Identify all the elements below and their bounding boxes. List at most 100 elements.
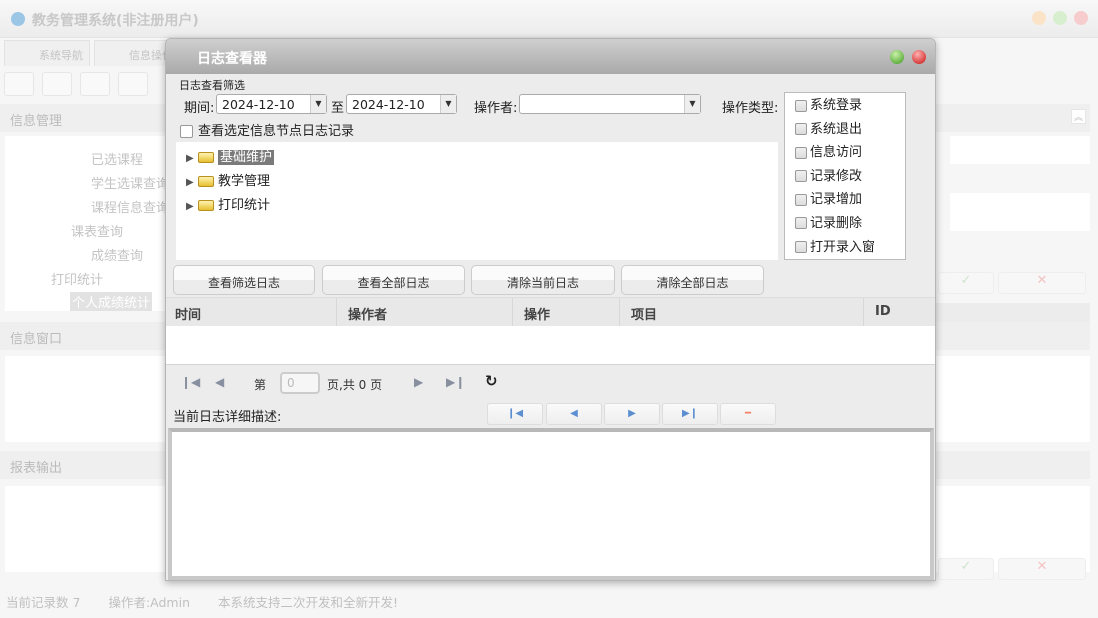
tree-item[interactable]: 学生选课查询	[91, 173, 169, 192]
filter-group-label: 日志查看筛选	[179, 79, 245, 92]
clear-current-log-button[interactable]: 清除当前日志	[471, 265, 615, 295]
collapse-icon[interactable]: ︽	[1071, 109, 1086, 124]
checkbox[interactable]	[795, 99, 807, 112]
tree-item[interactable]: 成绩查询	[91, 245, 143, 264]
tree-node[interactable]: ▶ 打印统计	[186, 194, 270, 213]
optype-item[interactable]: 记录增加	[795, 188, 905, 212]
dialog-title: 日志查看器	[197, 51, 267, 67]
document-tool-button[interactable]	[80, 72, 110, 96]
maximize-button[interactable]	[1053, 11, 1067, 25]
checkbox[interactable]	[795, 123, 807, 136]
slogan: 本系统支持二次开发和全新开发!	[218, 595, 399, 610]
node-log-checkbox[interactable]: 查看选定信息节点日志记录	[180, 120, 354, 139]
expand-arrow-icon[interactable]: ▶	[186, 153, 194, 164]
confirm-button[interactable]: ✓	[938, 272, 994, 294]
chevron-down-icon[interactable]: ▼	[684, 95, 700, 113]
cancel-button[interactable]: ✕	[998, 272, 1086, 294]
close-button[interactable]	[1074, 11, 1088, 25]
app-logo-icon	[11, 12, 25, 26]
dialog-minimize-button[interactable]	[890, 50, 904, 64]
optype-label-text: 记录修改	[810, 168, 863, 184]
detail-label: 当前日志详细描述:	[173, 410, 282, 425]
date-to-picker[interactable]: 2024-12-10 ▼	[346, 94, 457, 114]
optype-item[interactable]: 信息访问	[795, 141, 905, 165]
bg-row	[950, 136, 1090, 164]
tree-item-selected[interactable]: 个人成绩统计	[70, 292, 153, 311]
bg-row	[950, 193, 1090, 231]
search-tool-button[interactable]	[4, 72, 34, 96]
page-input[interactable]: 0	[280, 372, 320, 394]
prev-record-button[interactable]: ◀	[546, 403, 602, 425]
view-all-logs-button[interactable]: 查看全部日志	[322, 265, 465, 295]
date-to-value: 2024-12-10	[352, 97, 425, 112]
last-page-icon[interactable]: ▶❙	[446, 375, 465, 389]
section-title: 信息窗口	[10, 332, 63, 347]
log-viewer-dialog: 日志查看器 日志查看筛选 期间: 2024-12-10 ▼ 至 2024-12-1…	[165, 38, 936, 581]
tab-info-ops[interactable]: 信息操作	[94, 40, 174, 66]
checkbox[interactable]	[795, 241, 807, 254]
checkbox[interactable]	[795, 170, 807, 183]
optype-label-text: 系统退出	[810, 121, 863, 137]
tab-system-nav[interactable]: 系统导航	[4, 40, 90, 66]
folder-icon	[197, 152, 214, 163]
optype-label-text: 记录增加	[810, 192, 863, 208]
dialog-close-button[interactable]	[912, 50, 926, 64]
status-bar: 当前记录数 7 操作者:Admin 本系统支持二次开发和全新开发!	[6, 592, 426, 611]
checkbox[interactable]	[795, 193, 807, 206]
optype-item[interactable]: 记录删除	[795, 212, 905, 236]
next-record-button[interactable]: ▶	[604, 403, 660, 425]
column-item[interactable]: 项目	[620, 298, 864, 326]
tree-node[interactable]: ▶ 基础维护	[186, 146, 274, 165]
confirm-button-2[interactable]: ✓	[938, 558, 994, 580]
log-grid-body	[166, 326, 935, 365]
tree-item[interactable]: 课程信息查询	[91, 197, 169, 216]
optype-label-text: 打开录入窗	[810, 239, 876, 255]
checkbox[interactable]	[795, 217, 807, 230]
chevron-down-icon[interactable]: ▼	[310, 95, 326, 113]
prev-page-icon[interactable]: ◀	[215, 375, 224, 389]
section-title: 报表输出	[10, 461, 63, 476]
delete-record-button[interactable]: ━	[720, 403, 776, 425]
dialog-title-bar[interactable]: 日志查看器	[166, 39, 935, 74]
optype-item[interactable]: 记录修改	[795, 165, 905, 189]
column-time[interactable]: 时间	[166, 298, 337, 326]
expand-arrow-icon[interactable]: ▶	[186, 201, 194, 212]
checkbox[interactable]	[180, 125, 193, 138]
operator-select[interactable]: ▼	[519, 94, 701, 114]
detail-textarea[interactable]	[168, 428, 934, 580]
next-page-icon[interactable]: ▶	[414, 375, 423, 389]
expand-arrow-icon[interactable]: ▶	[186, 177, 194, 188]
cancel-button-2[interactable]: ✕	[998, 558, 1086, 580]
column-operator[interactable]: 操作者	[337, 298, 513, 326]
optype-checklist: 系统登录 系统退出 信息访问 记录修改 记录增加 记录删除 打开录入窗	[784, 92, 906, 260]
page-total: 页,共 0 页	[327, 378, 383, 392]
optype-item[interactable]: 系统登录	[795, 94, 905, 118]
operator-label: 操作者:	[474, 101, 518, 116]
column-action[interactable]: 操作	[513, 298, 620, 326]
view-filtered-logs-button[interactable]: 查看筛选日志	[173, 265, 315, 295]
page-prefix: 第	[254, 378, 267, 392]
last-record-button[interactable]: ▶❙	[662, 403, 718, 425]
optype-item[interactable]: 系统退出	[795, 118, 905, 142]
record-count: 当前记录数 7	[6, 595, 81, 610]
optype-item[interactable]: 打开录入窗	[795, 236, 905, 260]
chevron-down-icon[interactable]: ▼	[440, 95, 456, 113]
list-tool-button[interactable]	[42, 72, 72, 96]
column-id[interactable]: ID	[864, 298, 935, 326]
minimize-button[interactable]	[1032, 11, 1046, 25]
date-from-picker[interactable]: 2024-12-10 ▼	[216, 94, 327, 114]
checkbox-label: 查看选定信息节点日志记录	[198, 124, 355, 139]
tree-node-label: 打印统计	[217, 198, 270, 213]
first-page-icon[interactable]: ❙◀	[181, 375, 200, 389]
tree-item[interactable]: 课表查询	[71, 221, 123, 240]
tree-node[interactable]: ▶ 教学管理	[186, 170, 270, 189]
refresh-icon[interactable]: ↻	[485, 372, 498, 390]
checkbox[interactable]	[795, 146, 807, 159]
first-record-button[interactable]: ❙◀	[487, 403, 543, 425]
clear-all-logs-button[interactable]: 清除全部日志	[621, 265, 764, 295]
tree-item[interactable]: 打印统计	[51, 269, 103, 288]
tree-node-label: 基础维护	[217, 150, 274, 165]
operator-status: 操作者:Admin	[108, 595, 190, 610]
user-tool-button[interactable]	[118, 72, 148, 96]
tree-item[interactable]: 已选课程	[91, 149, 143, 168]
